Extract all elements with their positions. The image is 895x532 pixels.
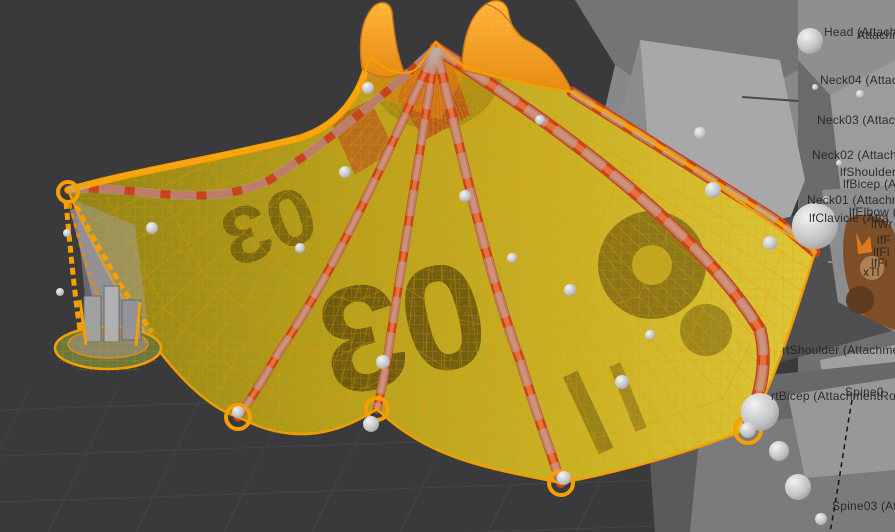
- viewport[interactable]: 03 03: [0, 0, 895, 532]
- viewport-canvas[interactable]: 03 03: [0, 0, 895, 532]
